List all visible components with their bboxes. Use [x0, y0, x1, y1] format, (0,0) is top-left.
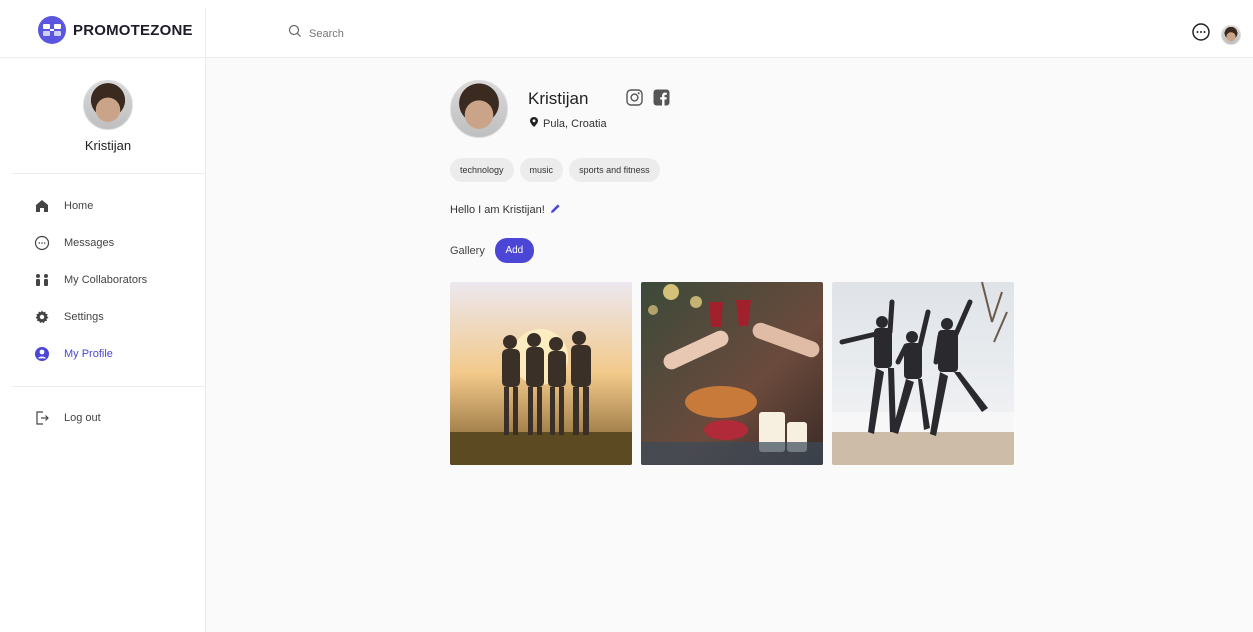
location-pin-icon: [530, 117, 538, 130]
facebook-icon[interactable]: [653, 89, 670, 111]
sidebar-user-name: Kristijan: [84, 138, 132, 153]
location-text: Pula, Croatia: [543, 117, 607, 130]
interest-tags: technology music sports and fitness: [450, 158, 660, 182]
sidebar-item-label: Home: [64, 200, 94, 212]
sidebar-item-label: My Collaborators: [64, 274, 148, 286]
sidebar-avatar: [83, 80, 133, 130]
user-circle-icon: [34, 346, 50, 362]
sidebar-item-label: Messages: [64, 237, 115, 249]
tag[interactable]: sports and fitness: [569, 158, 660, 182]
bio-text: Hello I am Kristijan!: [450, 204, 545, 216]
chat-icon: [34, 235, 50, 251]
top-right-actions: [1191, 22, 1241, 47]
search-bar[interactable]: [288, 24, 509, 43]
profile-name: Kristijan: [528, 89, 589, 108]
social-links: [626, 89, 670, 111]
sidebar-item-collaborators[interactable]: My Collaborators: [34, 272, 147, 288]
tag[interactable]: music: [519, 158, 564, 182]
top-bar: PROMOTEZONE: [0, 0, 1253, 58]
search-input[interactable]: [309, 27, 509, 40]
brand-name: PROMOTEZONE: [73, 21, 193, 39]
sidebar-item-home[interactable]: Home: [34, 198, 93, 214]
gallery-photo[interactable]: [450, 282, 632, 465]
sidebar-item-settings[interactable]: Settings: [34, 309, 104, 325]
logout-label: Log out: [64, 412, 101, 424]
brand[interactable]: PROMOTEZONE: [38, 16, 193, 44]
topbar-divider: [205, 8, 206, 58]
home-icon: [34, 198, 50, 214]
logout-button[interactable]: Log out: [34, 410, 101, 426]
user-avatar[interactable]: [1221, 24, 1241, 45]
tag[interactable]: technology: [450, 158, 514, 182]
search-icon: [288, 24, 302, 43]
profile-avatar: [450, 80, 508, 138]
sidebar-item-label: Settings: [64, 311, 104, 323]
divider: [12, 173, 206, 174]
logout-icon: [34, 410, 50, 426]
gallery-label: Gallery: [450, 244, 485, 257]
profile-bio: Hello I am Kristijan!: [450, 203, 561, 217]
profile-location: Pula, Croatia: [530, 117, 607, 130]
gallery-photo[interactable]: [641, 282, 823, 465]
messages-icon[interactable]: [1191, 22, 1211, 47]
edit-pencil-icon[interactable]: [550, 203, 561, 217]
add-photo-button[interactable]: Add: [494, 238, 534, 263]
gallery-grid: [450, 282, 1014, 465]
people-icon: [34, 272, 50, 288]
sidebar-item-messages[interactable]: Messages: [34, 235, 114, 251]
sidebar-item-label: My Profile: [64, 348, 113, 360]
gear-icon: [34, 309, 50, 325]
sidebar-item-my-profile[interactable]: My Profile: [34, 346, 113, 362]
divider: [12, 386, 206, 387]
gallery-photo[interactable]: [832, 282, 1014, 465]
gallery-header: Gallery Add: [450, 238, 534, 263]
logo-icon: [38, 16, 66, 44]
instagram-icon[interactable]: [626, 89, 643, 111]
sidebar: Kristijan Home Messages My Collaborators…: [0, 58, 206, 632]
